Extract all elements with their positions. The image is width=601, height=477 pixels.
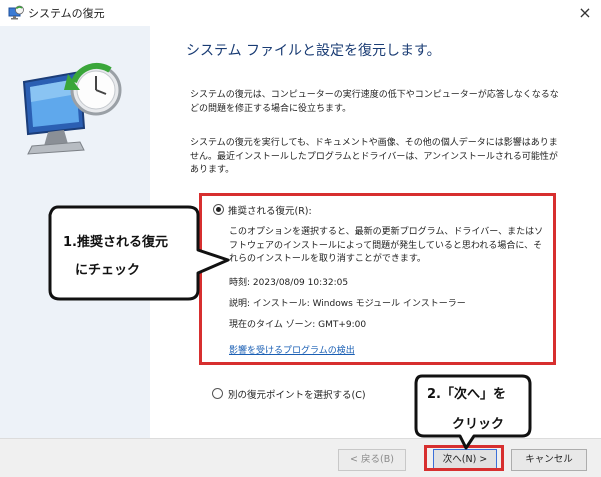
system-restore-monitor-clock-icon: [22, 63, 122, 155]
choose-other-point-radio[interactable]: [212, 388, 223, 399]
choose-other-point-label[interactable]: 別の復元ポイントを選択する(C): [228, 387, 366, 401]
restore-point-time: 時刻: 2023/08/09 10:32:05: [229, 278, 349, 288]
recommended-restore-label[interactable]: 推奨される復元(R):: [228, 203, 312, 217]
callout-recommended-line2: にチェック: [75, 263, 141, 278]
restore-point-description: 説明: インストール: Windows モジュール インストーラー: [229, 299, 466, 309]
window-title: システムの復元: [28, 7, 105, 20]
callout-next-line2: クリック: [452, 417, 505, 432]
page-heading: システム ファイルと設定を復元します。: [186, 43, 441, 59]
close-button[interactable]: ×: [574, 2, 596, 24]
callout-recommended-line1: 1.推奨される復元: [63, 235, 168, 250]
callout-recommended: [48, 205, 230, 301]
recommended-restore-description: このオプションを選択すると、最新の更新プログラム、ドライバー、またはソフトウェア…: [229, 227, 544, 264]
scan-affected-programs-link[interactable]: 影響を受けるプログラムの検出: [229, 343, 355, 356]
timezone-info: 現在のタイム ゾーン: GMT+9:00: [229, 320, 367, 330]
callout-next-line1: 2.「次へ」を: [427, 387, 506, 402]
data-safety-paragraph: システムの復元を実行しても、ドキュメントや画像、その他の個人データには影響はあり…: [190, 138, 558, 175]
system-restore-window: システムの復元 × システム ファイルと設定を復元します。 システムの復元は、コ…: [0, 0, 601, 477]
back-button[interactable]: < 戻る(B): [338, 449, 406, 471]
system-restore-icon: [8, 5, 24, 20]
intro-paragraph: システムの復元は、コンピューターの実行速度の低下やコンピューターが応答しなくなる…: [190, 90, 559, 114]
cancel-button[interactable]: キャンセル: [511, 449, 587, 471]
title-bar: システムの復元 ×: [0, 0, 601, 26]
